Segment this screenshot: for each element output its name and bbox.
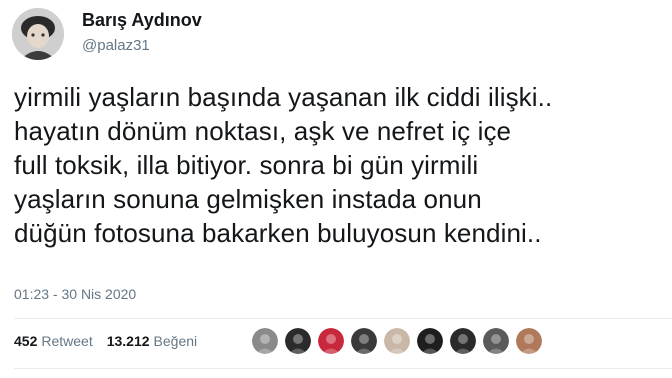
- liker-avatar-icon: [417, 328, 443, 354]
- likes-count: 13.212: [106, 333, 150, 349]
- tweet-text-line: full toksik, illa bitiyor. sonra bi gün …: [14, 150, 479, 180]
- likes-stat[interactable]: 13.212 Beğeni: [107, 333, 197, 349]
- liker-avatar[interactable]: [285, 328, 311, 354]
- liker-avatar[interactable]: [252, 328, 278, 354]
- liker-avatar-icon: [516, 328, 542, 354]
- liker-avatar[interactable]: [351, 328, 377, 354]
- liker-avatar[interactable]: [384, 328, 410, 354]
- liker-avatar-icon: [351, 328, 377, 354]
- likes-label: Beğeni: [153, 333, 198, 349]
- divider: [14, 318, 672, 319]
- liker-avatar[interactable]: [417, 328, 443, 354]
- liker-avatar[interactable]: [450, 328, 476, 354]
- tweet-text-line: yaşların sonuna gelmişken instada onun: [14, 184, 482, 214]
- tweet-card: Barış Aydınov @palaz31 yirmili yaşların …: [0, 0, 672, 378]
- author-name[interactable]: Barış Aydınov: [82, 10, 202, 31]
- tweet-text-line: yirmili yaşların başında yaşanan ilk cid…: [14, 82, 553, 112]
- tweet-timestamp[interactable]: 01:23 - 30 Nis 2020: [14, 286, 136, 302]
- divider: [14, 368, 672, 369]
- tweet-text-line: düğün fotosuna bakarken buluyosun kendin…: [14, 218, 542, 248]
- liker-avatar-icon: [318, 328, 344, 354]
- liker-avatar-icon: [384, 328, 410, 354]
- author-avatar[interactable]: [12, 8, 64, 60]
- retweets-label: Retweet: [41, 333, 93, 349]
- tweet-text-line: hayatın dönüm noktası, aşk ve nefret iç …: [14, 116, 512, 146]
- liker-avatar[interactable]: [318, 328, 344, 354]
- tweet-text: yirmili yaşların başında yaşanan ilk cid…: [14, 80, 670, 250]
- liker-avatar-icon: [483, 328, 509, 354]
- liker-avatar-icon: [285, 328, 311, 354]
- liker-avatar-icon: [252, 328, 278, 354]
- liker-avatar-icon: [450, 328, 476, 354]
- avatar-photo-icon: [12, 8, 64, 60]
- author-handle[interactable]: @palaz31: [82, 37, 150, 54]
- likers-avatars: [252, 328, 549, 354]
- retweets-stat[interactable]: 452 Retweet: [14, 333, 93, 349]
- retweets-count: 452: [14, 333, 38, 349]
- liker-avatar[interactable]: [516, 328, 542, 354]
- tweet-stats: 452 Retweet 13.212 Beğeni: [14, 333, 211, 349]
- liker-avatar[interactable]: [483, 328, 509, 354]
